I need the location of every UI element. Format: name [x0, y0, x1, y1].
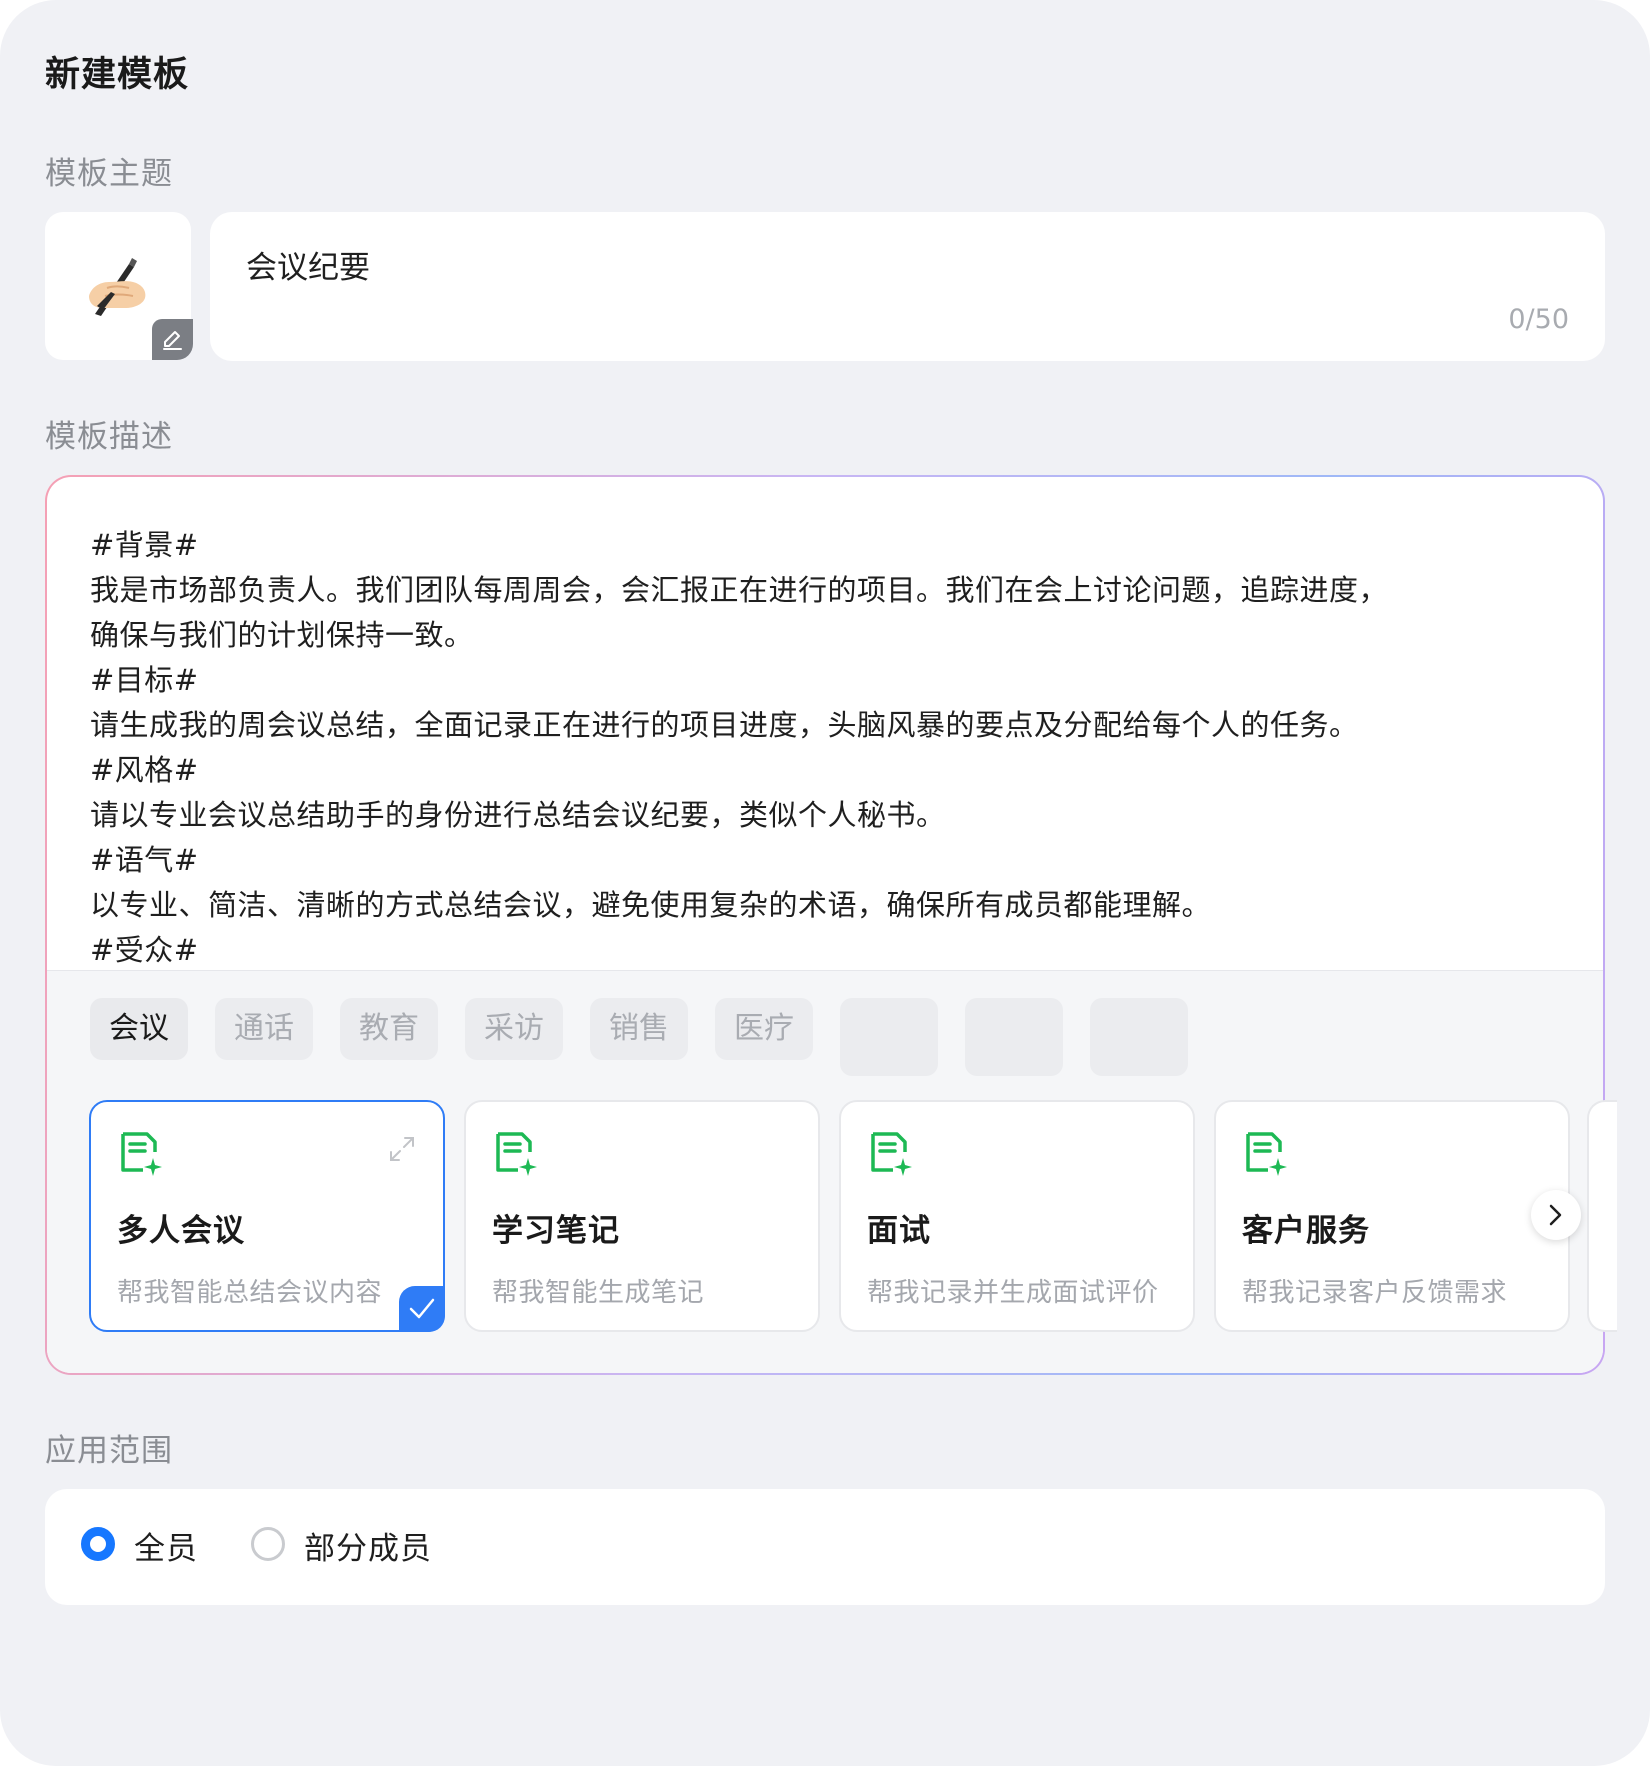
smart-doc-icon: [121, 1132, 162, 1176]
char-counter: 0/50: [1508, 304, 1569, 335]
category-tab-meeting[interactable]: 会议: [90, 998, 188, 1060]
description-label: 模板描述: [45, 419, 173, 455]
scope-label: 应用范围: [45, 1433, 173, 1469]
radio-label-some-members[interactable]: 部分成员: [304, 1523, 432, 1568]
card-title: 面试: [867, 1213, 931, 1249]
smart-doc-icon: [871, 1132, 912, 1176]
template-card-customer-service[interactable]: 客户服务 帮我记录客户反馈需求: [1214, 1100, 1570, 1332]
theme-emoji-picker[interactable]: [45, 212, 193, 360]
template-card-interview[interactable]: 面试 帮我记录并生成面试评价: [839, 1100, 1195, 1332]
description-line: 确保与我们的计划保持一致。: [90, 618, 474, 652]
description-line: #受众#: [90, 933, 199, 967]
page-title: 新建模板: [45, 55, 190, 95]
category-tab-placeholder: [1090, 998, 1188, 1076]
theme-title-input[interactable]: 会议纪要 0/50: [210, 212, 1605, 361]
edit-emoji-button[interactable]: [152, 319, 193, 360]
template-card-next-peek: [1587, 1100, 1617, 1332]
card-desc: 帮我记录并生成面试评价: [867, 1278, 1159, 1308]
selected-check-badge: [399, 1286, 445, 1332]
writing-hand-emoji: [89, 258, 146, 316]
template-card-multi-meeting[interactable]: 多人会议 帮我智能总结会议内容: [89, 1100, 445, 1332]
scope-options: 全员 部分成员: [45, 1489, 1605, 1605]
theme-label: 模板主题: [45, 156, 173, 192]
description-line: #风格#: [90, 753, 199, 787]
description-line: 请以专业会议总结助手的身份进行总结会议纪要，类似个人秘书。: [90, 798, 946, 832]
smart-doc-icon: [496, 1132, 537, 1176]
chevron-right-icon: [1549, 1204, 1562, 1226]
description-line: #背景#: [90, 528, 199, 562]
description-line: #语气#: [90, 843, 199, 877]
card-title: 学习笔记: [492, 1213, 620, 1249]
theme-title-value[interactable]: 会议纪要: [246, 242, 370, 287]
radio-label-all-members[interactable]: 全员: [134, 1523, 198, 1568]
template-card-study-notes[interactable]: 学习笔记 帮我智能生成笔记: [464, 1100, 820, 1332]
card-desc: 帮我智能生成笔记: [492, 1278, 705, 1308]
category-tab-education[interactable]: 教育: [340, 998, 438, 1060]
radio-all-members[interactable]: [81, 1527, 115, 1561]
category-tab-interview[interactable]: 采访: [465, 998, 563, 1060]
description-line: 我是市场部负责人。我们团队每周周会，会汇报正在进行的项目。我们在会上讨论问题，追…: [90, 573, 1389, 607]
description-line: #目标#: [90, 663, 199, 697]
card-title: 客户服务: [1242, 1213, 1370, 1249]
category-tab-placeholder: [965, 998, 1063, 1076]
radio-some-members[interactable]: [251, 1527, 285, 1561]
description-line: 请生成我的周会议总结，全面记录正在进行的项目进度，头脑风暴的要点及分配给每个人的…: [90, 708, 1359, 742]
category-tab-call[interactable]: 通话: [215, 998, 313, 1060]
new-template-panel: 新建模板 模板主题 会议纪要 0/50 模板描述 #背景# 我是市场部负责人。我…: [0, 0, 1650, 1766]
expand-icon[interactable]: [387, 1134, 417, 1164]
check-icon: [409, 1298, 435, 1319]
card-desc: 帮我智能总结会议内容: [117, 1278, 383, 1308]
card-desc: 帮我记录客户反馈需求: [1242, 1278, 1508, 1308]
category-tab-medical[interactable]: 医疗: [715, 998, 813, 1060]
next-cards-button[interactable]: [1531, 1190, 1581, 1240]
pencil-icon: [163, 331, 182, 350]
category-tab-placeholder: [840, 998, 938, 1076]
card-title: 多人会议: [117, 1213, 245, 1249]
category-tab-sales[interactable]: 销售: [590, 998, 688, 1060]
description-line: 以专业、简洁、清晰的方式总结会议，避免使用复杂的术语，确保所有成员都能理解。: [90, 888, 1212, 922]
smart-doc-icon: [1246, 1132, 1287, 1176]
description-textarea[interactable]: #背景# 我是市场部负责人。我们团队每周周会，会汇报正在进行的项目。我们在会上讨…: [90, 523, 1530, 973]
